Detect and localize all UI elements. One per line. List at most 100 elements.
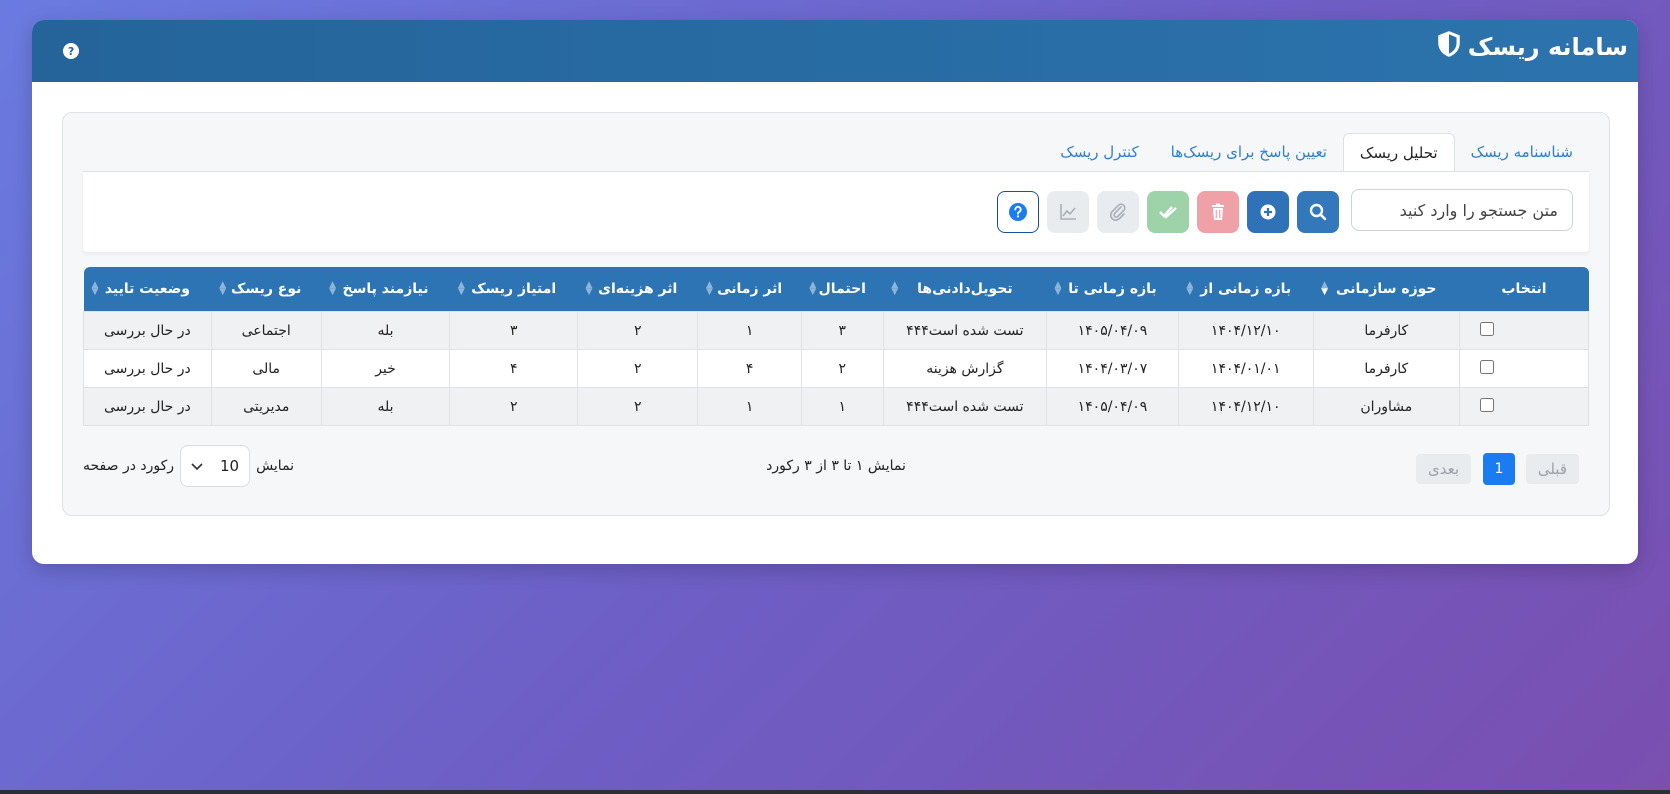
header-select: انتخاب	[1459, 267, 1589, 312]
bottom-strip	[0, 790, 1670, 794]
trash-icon	[1212, 203, 1224, 220]
cell-org-domain: مشاوران	[1312, 387, 1461, 426]
approve-button[interactable]	[1147, 191, 1189, 233]
cell-probability: ۲	[800, 349, 884, 388]
cell-probability: ۳	[800, 311, 884, 350]
tab-risk-response[interactable]: تعیین پاسخ برای ریسک‌ها	[1155, 133, 1343, 171]
header-risk-type[interactable]: نوع ریسک ▲ ▼	[211, 267, 322, 312]
sort-icon: ▲ ▼	[585, 280, 593, 297]
app-window: سامانه ریسک ? شناسنامه ریسک تحلیل ریسک ت…	[32, 20, 1638, 564]
cell-date-to: ۱۴۰۵/۰۴/۰۹	[1046, 311, 1179, 350]
cell-risk-type: اجتماعی	[210, 311, 322, 350]
add-button[interactable]	[1247, 191, 1289, 233]
cell-date-from: ۱۴۰۴/۱۲/۱۰	[1177, 311, 1314, 350]
table-row: مشاوران ۱۴۰۴/۱۲/۱۰ ۱۴۰۵/۰۴/۰۹ تست شده اس…	[83, 387, 1589, 426]
table-row: کارفرما ۱۴۰۴/۱۲/۱۰ ۱۴۰۵/۰۴/۰۹ تست شده اس…	[83, 311, 1589, 350]
per-page-select[interactable]: 10	[180, 445, 251, 487]
plus-circle-icon	[1260, 204, 1276, 220]
cell-date-from: ۱۴۰۴/۱۲/۱۰	[1177, 387, 1314, 426]
double-check-icon	[1159, 206, 1177, 219]
header-needs-response[interactable]: نیازمند پاسخ ▲ ▼	[321, 267, 450, 312]
per-page-prefix: نمایش	[256, 458, 295, 474]
search-button[interactable]	[1297, 191, 1339, 233]
cell-probability: ۱	[800, 387, 884, 426]
table-header-row: انتخاب حوزه سازمانی ▲ ▼ بازه زمانی از ▲ ▼ با…	[83, 267, 1589, 312]
cell-risk-score: ۲	[449, 387, 578, 426]
per-page-control: نمایش 10 رکورد در صفحه	[83, 445, 294, 487]
table-row: کارفرما ۱۴۰۴/۰۱/۰۱ ۱۴۰۴/۰۳/۰۷ گزارش هزین…	[83, 349, 1589, 388]
delete-button[interactable]	[1197, 191, 1239, 233]
tab-bar: شناسنامه ریسک تحلیل ریسک تعیین پاسخ برای…	[1044, 133, 1589, 173]
header-help-icon[interactable]: ?	[63, 43, 79, 59]
pagination: قبلی 1 بعدی نمایش ۱ تا ۳ از ۳ رکورد نمای…	[83, 445, 1589, 489]
cell-cost-impact: ۲	[576, 311, 699, 350]
header-probability[interactable]: احتمال ▲ ▼	[801, 267, 884, 312]
cell-date-from: ۱۴۰۴/۰۱/۰۱	[1177, 349, 1314, 388]
header-cost-impact[interactable]: اثر هزینه‌ای ▲ ▼	[577, 267, 698, 312]
cell-approval-status: در حال بررسی	[83, 349, 212, 388]
header-org-domain[interactable]: حوزه سازمانی ▲ ▼	[1313, 267, 1460, 312]
sort-icon: ▲ ▼	[1054, 280, 1062, 297]
sort-icon: ▲ ▼	[891, 280, 899, 297]
question-circle-icon	[1009, 203, 1027, 221]
cell-date-to: ۱۴۰۴/۰۳/۰۷	[1046, 349, 1179, 388]
per-page-value: 10	[219, 457, 240, 475]
brand: سامانه ریسک	[1436, 30, 1628, 64]
shield-icon	[1436, 30, 1462, 64]
tab-risk-analysis[interactable]: تحلیل ریسک	[1342, 133, 1455, 173]
risk-table: انتخاب حوزه سازمانی ▲ ▼ بازه زمانی از ▲ ▼ با…	[83, 267, 1589, 426]
cell-time-impact: ۴	[697, 349, 802, 388]
cell-time-impact: ۱	[697, 387, 802, 426]
chevron-down-icon	[191, 457, 203, 475]
sort-icon: ▲ ▼	[91, 280, 99, 297]
cell-risk-score: ۳	[449, 311, 578, 350]
header-time-impact[interactable]: اثر زمانی ▲ ▼	[697, 267, 802, 312]
header-risk-score[interactable]: امتیاز ریسک ▲ ▼	[449, 267, 578, 312]
cell-risk-type: مدیریتی	[210, 387, 322, 426]
cell-approval-status: در حال بررسی	[83, 311, 212, 350]
sort-desc-icon: ▲ ▼	[1321, 280, 1328, 297]
sort-icon: ▲ ▼	[457, 280, 465, 297]
cell-deliverables: تست شده است۴۴۴	[882, 387, 1048, 426]
tab-risk-profile[interactable]: شناسنامه ریسک	[1455, 133, 1589, 171]
sort-icon: ▲ ▼	[219, 280, 227, 297]
attach-button[interactable]	[1097, 191, 1139, 233]
help-button[interactable]	[997, 191, 1039, 233]
header-date-from[interactable]: بازه زمانی از ▲ ▼	[1178, 267, 1314, 312]
sort-icon: ▲ ▼	[1186, 280, 1194, 297]
row-select-cell	[1459, 311, 1589, 350]
cell-date-to: ۱۴۰۵/۰۴/۰۹	[1046, 387, 1179, 426]
cell-approval-status: در حال بررسی	[83, 387, 212, 426]
per-page-suffix: رکورد در صفحه	[83, 458, 175, 474]
content-panel: شناسنامه ریسک تحلیل ریسک تعیین پاسخ برای…	[62, 112, 1610, 516]
search-input[interactable]	[1351, 189, 1573, 231]
row-checkbox[interactable]	[1480, 359, 1494, 374]
cell-org-domain: کارفرما	[1312, 349, 1461, 388]
header-deliverables[interactable]: تحویل‌دادنی‌ها ▲ ▼	[883, 267, 1047, 312]
toolbar	[83, 171, 1589, 252]
header-date-to[interactable]: بازه زمانی تا ▲ ▼	[1046, 267, 1179, 312]
search-icon	[1309, 203, 1327, 221]
cell-risk-type: مالی	[210, 349, 322, 388]
cell-risk-score: ۴	[449, 349, 578, 388]
paperclip-icon	[1109, 203, 1126, 221]
cell-needs-response: بله	[320, 311, 451, 350]
chart-line-icon	[1060, 204, 1076, 220]
cell-deliverables: گزارش هزینه	[882, 349, 1048, 388]
cell-deliverables: تست شده است۴۴۴	[882, 311, 1048, 350]
chart-button[interactable]	[1047, 191, 1089, 233]
header-approval-status[interactable]: وضعیت تایید ▲ ▼	[83, 267, 212, 312]
cell-org-domain: کارفرما	[1312, 311, 1461, 350]
row-select-cell	[1459, 349, 1589, 388]
tab-risk-control[interactable]: کنترل ریسک	[1044, 133, 1154, 171]
cell-needs-response: بله	[320, 387, 451, 426]
row-checkbox[interactable]	[1480, 397, 1494, 412]
sort-icon: ▲ ▼	[705, 280, 713, 297]
row-checkbox[interactable]	[1480, 321, 1494, 336]
cell-cost-impact: ۲	[576, 387, 699, 426]
sort-icon: ▲ ▼	[329, 280, 337, 297]
records-info: نمایش ۱ تا ۳ از ۳ رکورد	[766, 458, 906, 474]
cell-needs-response: خیر	[320, 349, 451, 388]
app-header: سامانه ریسک ?	[32, 20, 1638, 82]
app-title: سامانه ریسک	[1467, 33, 1628, 61]
